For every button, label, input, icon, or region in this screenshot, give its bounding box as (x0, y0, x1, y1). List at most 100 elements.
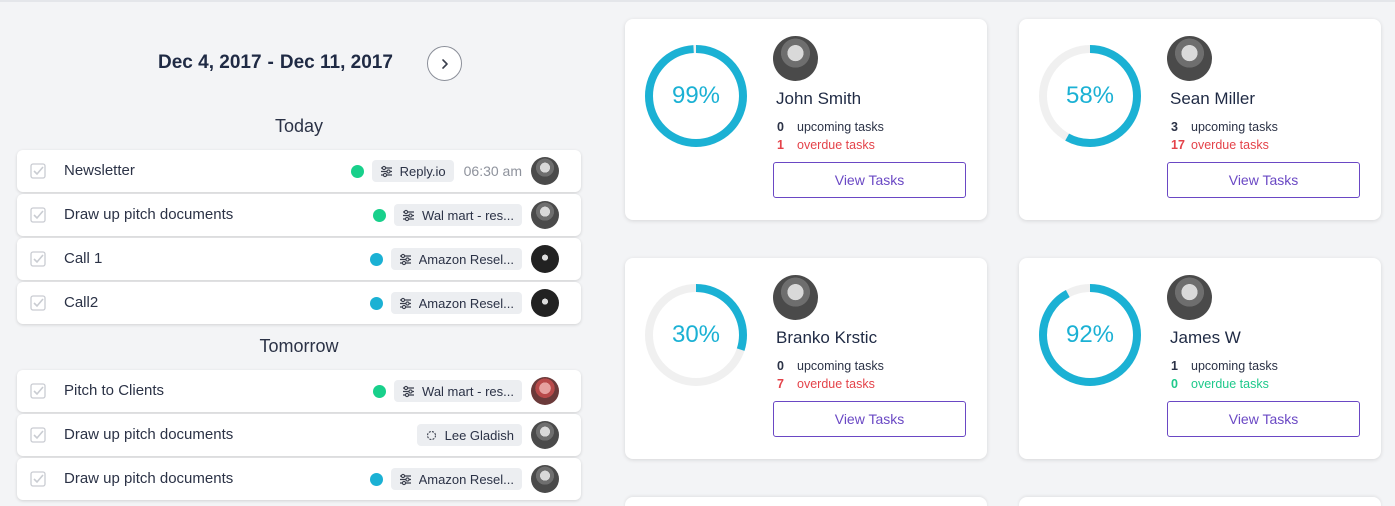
date-range: Dec 4, 2017 - Dec 11, 2017 (158, 48, 393, 78)
overdue-stat: 7 overdue tasks (777, 377, 875, 391)
person-avatar (773, 36, 818, 81)
overdue-count: 7 (777, 377, 784, 391)
upcoming-count: 1 (1171, 359, 1178, 373)
assignee-avatar[interactable] (531, 465, 559, 493)
checkbox-icon[interactable] (30, 207, 46, 223)
task-title: Call2 (64, 294, 99, 311)
status-dot (369, 252, 383, 266)
task-tag-label: Amazon Resel... (418, 471, 514, 487)
progress-ring: 58% (1037, 43, 1143, 149)
task-tag-label: Amazon Resel... (418, 295, 514, 311)
checkbox-icon[interactable] (30, 471, 46, 487)
overdue-stat: 17 overdue tasks (1171, 138, 1269, 152)
person-name: James W (1170, 328, 1241, 347)
assignee-avatar[interactable] (531, 201, 559, 229)
view-tasks-button[interactable]: View Tasks (773, 401, 966, 437)
progress-percent: 99% (671, 82, 721, 109)
checkbox-icon[interactable] (30, 427, 46, 443)
task-row[interactable]: Call 1 Amazon Resel... (17, 238, 581, 280)
person-avatar (773, 275, 818, 320)
progress-ring: 99% (643, 43, 749, 149)
assignee-avatar[interactable] (531, 421, 559, 449)
top-divider (0, 0, 1395, 2)
overdue-label: overdue tasks (797, 377, 875, 391)
view-tasks-button[interactable]: View Tasks (1167, 401, 1360, 437)
progress-percent: 92% (1065, 321, 1115, 348)
assignee-avatar[interactable] (531, 157, 559, 185)
date-end: Dec 11, 2017 (279, 52, 393, 73)
person-card: 99% John Smith 0 upcoming tasks 1 overdue … (625, 19, 987, 220)
status-dot (369, 472, 383, 486)
task-tag[interactable]: Lee Gladish (416, 424, 522, 446)
view-tasks-button[interactable]: View Tasks (773, 162, 966, 198)
task-tag[interactable]: Reply.io (371, 160, 454, 182)
upcoming-stat: 0 upcoming tasks (777, 120, 884, 134)
task-tag-label: Wal mart - res... (422, 383, 514, 399)
task-title: Pitch to Clients (64, 382, 165, 399)
upcoming-stat: 0 upcoming tasks (777, 359, 884, 373)
upcoming-stat: 3 upcoming tasks (1171, 120, 1278, 134)
overdue-stat: 0 overdue tasks (1171, 377, 1269, 391)
upcoming-count: 0 (777, 359, 784, 373)
date-separator: - (267, 52, 274, 73)
person-card: 92% James W 1 upcoming tasks 0 overdue tas… (1019, 258, 1381, 459)
task-tag[interactable]: Wal mart - res... (394, 380, 522, 402)
sliders-icon (399, 253, 411, 265)
person-avatar (1167, 275, 1212, 320)
upcoming-label: upcoming tasks (797, 359, 884, 373)
upcoming-label: upcoming tasks (1191, 359, 1278, 373)
task-row[interactable]: Newsletter Reply.io 06:30 am (17, 150, 581, 192)
checkbox-icon[interactable] (30, 383, 46, 399)
progress-ring: 92% (1037, 282, 1143, 388)
sliders-icon (403, 209, 415, 221)
task-row[interactable]: Draw up pitch documents Wal mart - res..… (17, 194, 581, 236)
task-tag-label: Reply.io (399, 163, 446, 179)
person-card (625, 497, 987, 506)
upcoming-count: 3 (1171, 120, 1178, 134)
status-dot (369, 296, 383, 310)
task-title: Newsletter (64, 162, 135, 179)
assignee-avatar[interactable] (531, 377, 559, 405)
checkbox-icon[interactable] (30, 251, 46, 267)
overdue-count: 1 (777, 138, 784, 152)
status-dot (373, 208, 387, 222)
section-today: Today (274, 116, 324, 136)
person-name: John Smith (776, 89, 862, 108)
assignee-avatar[interactable] (531, 289, 559, 317)
assignee-avatar[interactable] (531, 245, 559, 273)
person-avatar (1167, 36, 1212, 81)
sliders-icon (399, 473, 411, 485)
task-row[interactable]: Draw up pitch documents Amazon Resel... (17, 458, 581, 500)
overdue-label: overdue tasks (1191, 138, 1269, 152)
next-week-button[interactable] (427, 46, 462, 81)
progress-ring: 30% (643, 282, 749, 388)
task-tag[interactable]: Amazon Resel... (390, 468, 522, 490)
upcoming-stat: 1 upcoming tasks (1171, 359, 1278, 373)
status-dot (373, 384, 387, 398)
sliders-icon (403, 385, 415, 397)
task-row[interactable]: Pitch to Clients Wal mart - res... (17, 370, 581, 412)
task-tag-label: Amazon Resel... (418, 251, 514, 267)
task-title: Draw up pitch documents (64, 426, 234, 443)
date-start: Dec 4, 2017 (158, 52, 262, 73)
overdue-count: 17 (1171, 138, 1185, 152)
task-row[interactable]: Draw up pitch documents Lee Gladish (17, 414, 581, 456)
task-tag[interactable]: Amazon Resel... (390, 248, 522, 270)
overdue-label: overdue tasks (1191, 377, 1269, 391)
view-tasks-button[interactable]: View Tasks (1167, 162, 1360, 198)
person-card (1019, 497, 1381, 506)
task-tag[interactable]: Wal mart - res... (394, 204, 522, 226)
task-title: Call 1 (64, 250, 103, 267)
progress-percent: 30% (671, 321, 721, 348)
overdue-stat: 1 overdue tasks (777, 138, 875, 152)
checkbox-icon[interactable] (30, 163, 46, 179)
checkbox-icon[interactable] (30, 295, 46, 311)
task-title: Draw up pitch documents (64, 206, 234, 223)
task-tag[interactable]: Amazon Resel... (390, 292, 522, 314)
task-row[interactable]: Call2 Amazon Resel... (17, 282, 581, 324)
overdue-label: overdue tasks (797, 138, 875, 152)
person-name: Branko Krstic (776, 328, 878, 347)
upcoming-label: upcoming tasks (797, 120, 884, 134)
progress-percent: 58% (1065, 82, 1115, 109)
upcoming-label: upcoming tasks (1191, 120, 1278, 134)
